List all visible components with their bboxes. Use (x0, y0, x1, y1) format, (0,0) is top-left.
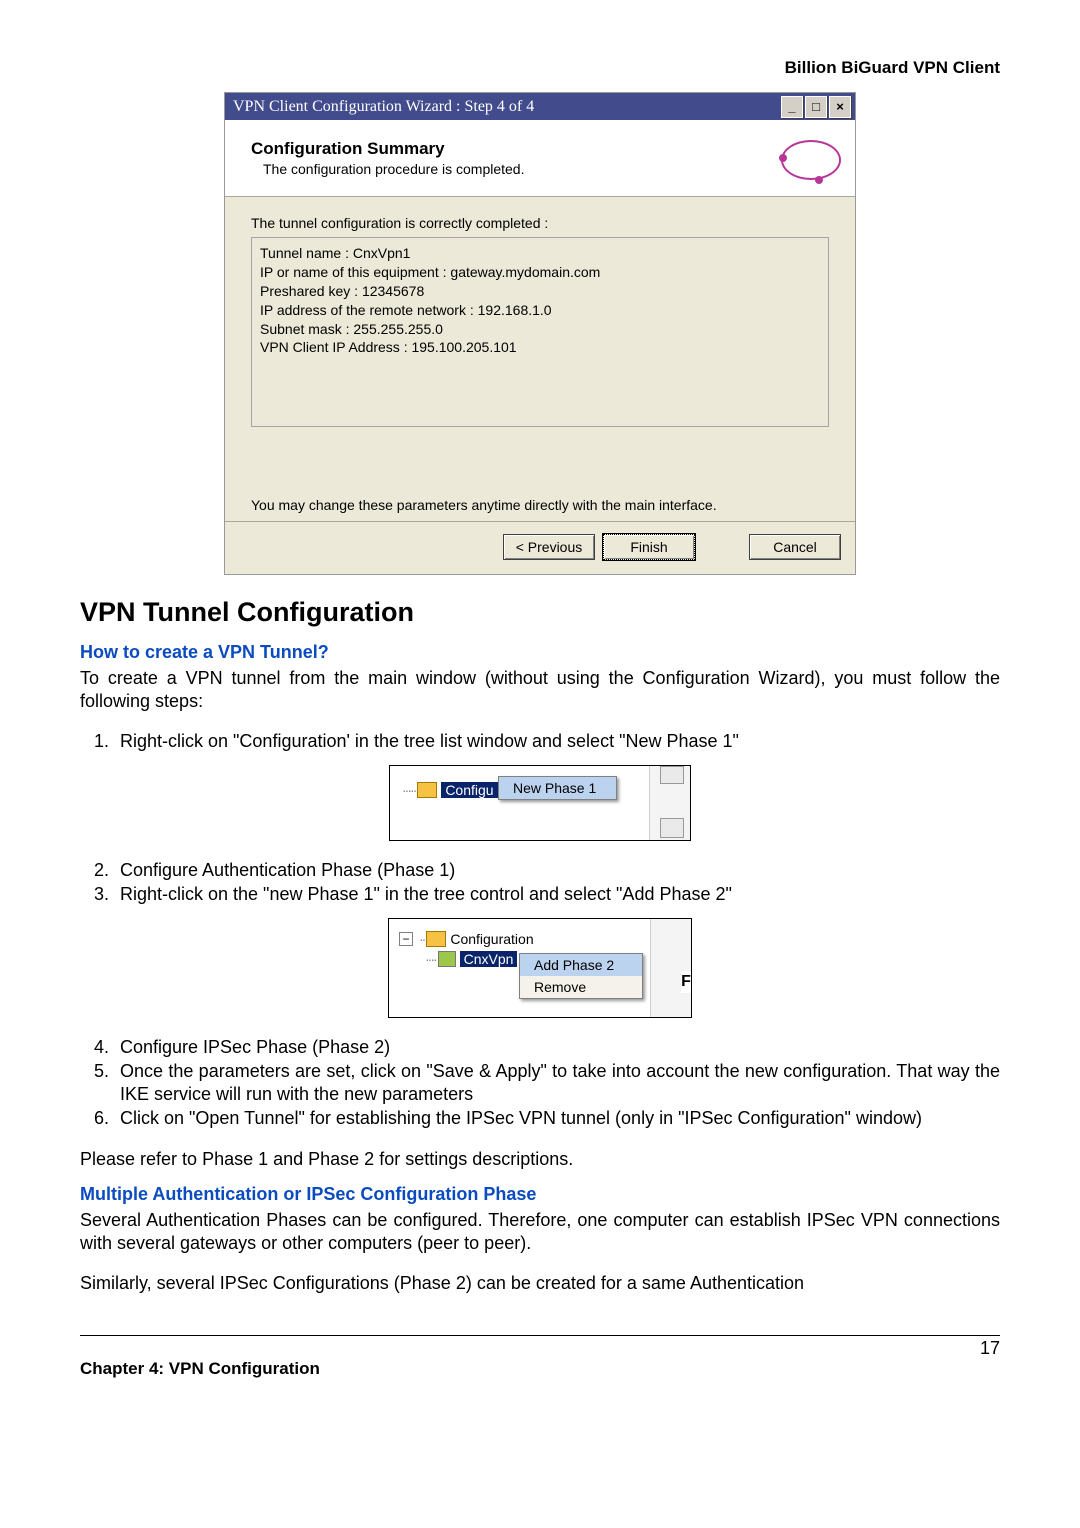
tree-label-selected: CnxVpn (460, 951, 518, 967)
side-panel-fragment (650, 919, 691, 1017)
paragraph: Several Authentication Phases can be con… (80, 1209, 1000, 1254)
tree: − ·· Configuration ···· CnxVpn (399, 929, 534, 969)
edge-label: F (681, 971, 691, 993)
summary-details-box: Tunnel name : CnxVpn1 IP or name of this… (251, 237, 829, 427)
cancel-button[interactable]: Cancel (749, 534, 841, 560)
tunnel-complete-text: The tunnel configuration is correctly co… (251, 215, 829, 231)
detail-line: IP or name of this equipment : gateway.m… (260, 263, 820, 282)
tree-node: ····· Configu (402, 782, 498, 798)
wizard-window: VPN Client Configuration Wizard : Step 4… (224, 92, 856, 575)
context-menu: Add Phase 2 Remove (519, 953, 643, 999)
wizard-header-strip: Configuration Summary The configuration … (225, 120, 855, 197)
subsection-heading: Multiple Authentication or IPSec Configu… (80, 1184, 1000, 1205)
detail-line: VPN Client IP Address : 195.100.205.101 (260, 338, 820, 357)
step-item: Right-click on "Configuration' in the tr… (114, 730, 1000, 753)
tree-label: Configuration (450, 931, 533, 947)
wizard-note: You may change these parameters anytime … (251, 497, 829, 513)
context-menu: New Phase 1 (498, 776, 617, 800)
detail-line: Subnet mask : 255.255.255.0 (260, 320, 820, 339)
atom-logo-icon (777, 130, 841, 186)
titlebar: VPN Client Configuration Wizard : Step 4… (225, 93, 855, 120)
tree-label-selected: Configu (441, 782, 497, 798)
document-header: Billion BiGuard VPN Client (80, 58, 1000, 78)
minimize-icon[interactable]: _ (781, 96, 803, 118)
step-item: Configure IPSec Phase (Phase 2) (114, 1036, 1000, 1059)
collapse-icon[interactable]: − (399, 932, 413, 946)
step-item: Configure Authentication Phase (Phase 1) (114, 859, 1000, 882)
detail-line: IP address of the remote network : 192.1… (260, 301, 820, 320)
steps-list: Configure IPSec Phase (Phase 2) Once the… (80, 1036, 1000, 1130)
finish-button[interactable]: Finish (603, 534, 695, 560)
wizard-subheading: The configuration procedure is completed… (251, 161, 777, 177)
wizard-button-row: < Previous Finish Cancel (225, 521, 855, 574)
menu-item-add-phase2[interactable]: Add Phase 2 (520, 954, 642, 976)
page-number: 17 (80, 1338, 1000, 1359)
folder-icon (417, 782, 437, 798)
context-menu-screenshot-2: − ·· Configuration ···· CnxVpn Add Phase… (388, 918, 692, 1018)
step-item: Once the parameters are set, click on "S… (114, 1060, 1000, 1105)
detail-line: Tunnel name : CnxVpn1 (260, 244, 820, 263)
window-title: VPN Client Configuration Wizard : Step 4… (233, 98, 779, 116)
wizard-heading: Configuration Summary (251, 139, 777, 159)
context-menu-screenshot-1: ····· Configu New Phase 1 (389, 765, 691, 841)
steps-list: Configure Authentication Phase (Phase 1)… (80, 859, 1000, 906)
paragraph: Similarly, several IPSec Configurations … (80, 1272, 1000, 1295)
previous-button[interactable]: < Previous (503, 534, 595, 560)
close-icon[interactable]: × (829, 96, 851, 118)
wizard-body: The tunnel configuration is correctly co… (225, 197, 855, 521)
menu-item-new-phase1[interactable]: New Phase 1 (499, 777, 616, 799)
step-item: Click on "Open Tunnel" for establishing … (114, 1107, 1000, 1130)
subsection-heading: How to create a VPN Tunnel? (80, 642, 1000, 663)
chapter-footer: Chapter 4: VPN Configuration (80, 1359, 1000, 1379)
footer-divider (80, 1335, 1000, 1336)
detail-line: Preshared key : 12345678 (260, 282, 820, 301)
closing-paragraph: Please refer to Phase 1 and Phase 2 for … (80, 1148, 1000, 1171)
intro-paragraph: To create a VPN tunnel from the main win… (80, 667, 1000, 712)
menu-item-remove[interactable]: Remove (520, 976, 642, 998)
folder-icon (426, 931, 446, 947)
step-item: Right-click on the "new Phase 1" in the … (114, 883, 1000, 906)
section-heading: VPN Tunnel Configuration (80, 597, 1000, 628)
node-icon (438, 951, 456, 967)
steps-list: Right-click on "Configuration' in the tr… (80, 730, 1000, 753)
maximize-icon[interactable]: □ (805, 96, 827, 118)
side-panel-fragment (649, 766, 690, 840)
